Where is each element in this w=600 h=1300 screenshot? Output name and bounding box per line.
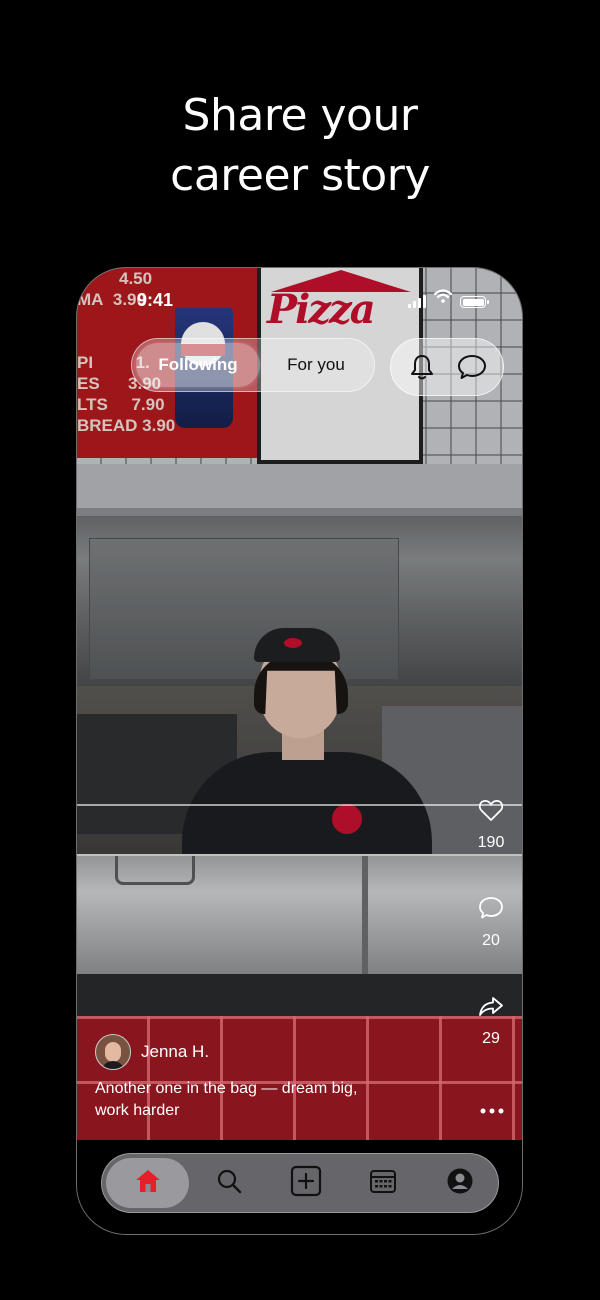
signal-icon bbox=[408, 295, 426, 308]
photo-shade bbox=[77, 268, 522, 1140]
phone-mockup: 4.50 MA 3.90 PI 1. ES 3.90 LTS 7.90 BREA… bbox=[76, 267, 523, 1235]
post-author[interactable]: Jenna H. bbox=[95, 1034, 209, 1070]
more-icon[interactable] bbox=[477, 1096, 507, 1126]
like-count: 190 bbox=[477, 834, 505, 851]
headline-line-1: Share your bbox=[182, 90, 418, 141]
comment-action[interactable]: 20 bbox=[461, 894, 521, 950]
author-name[interactable]: Jenna H. bbox=[141, 1042, 209, 1062]
home-icon[interactable] bbox=[134, 1168, 162, 1199]
avatar[interactable] bbox=[95, 1034, 131, 1070]
battery-icon bbox=[460, 296, 489, 308]
nav-create[interactable] bbox=[268, 1158, 343, 1208]
wifi-icon bbox=[433, 289, 453, 308]
comment-count: 20 bbox=[482, 932, 500, 949]
status-icons bbox=[408, 289, 489, 308]
like-action[interactable]: 190 bbox=[461, 796, 521, 852]
nav-search[interactable] bbox=[191, 1158, 266, 1208]
nav-home[interactable] bbox=[106, 1158, 190, 1208]
chat-bubble-icon[interactable] bbox=[454, 349, 490, 385]
share-count: 29 bbox=[482, 1030, 500, 1047]
share-action[interactable]: 29 bbox=[461, 992, 521, 1048]
post-caption: Another one in the bag — dream big, work… bbox=[95, 1080, 358, 1119]
headline-line-2: career story bbox=[170, 150, 430, 201]
feed-tabs: Following For you bbox=[131, 338, 375, 392]
share-icon[interactable] bbox=[477, 992, 505, 1020]
headline: Share your career story bbox=[0, 86, 600, 206]
photo-divider bbox=[77, 804, 522, 806]
add-post-icon[interactable] bbox=[290, 1165, 322, 1202]
nav-calendar[interactable] bbox=[346, 1158, 421, 1208]
nav-profile[interactable] bbox=[423, 1158, 498, 1208]
bottom-nav bbox=[101, 1153, 499, 1213]
search-icon[interactable] bbox=[215, 1167, 243, 1200]
heart-icon[interactable] bbox=[477, 796, 505, 824]
top-actions bbox=[390, 338, 504, 396]
comment-icon[interactable] bbox=[477, 894, 505, 922]
status-time: 9:41 bbox=[137, 290, 174, 310]
profile-icon[interactable] bbox=[446, 1167, 474, 1200]
tab-following[interactable]: Following bbox=[136, 343, 260, 387]
tab-for-you[interactable]: For you bbox=[264, 343, 368, 387]
bell-icon[interactable] bbox=[404, 349, 440, 385]
calendar-icon[interactable] bbox=[369, 1168, 397, 1199]
